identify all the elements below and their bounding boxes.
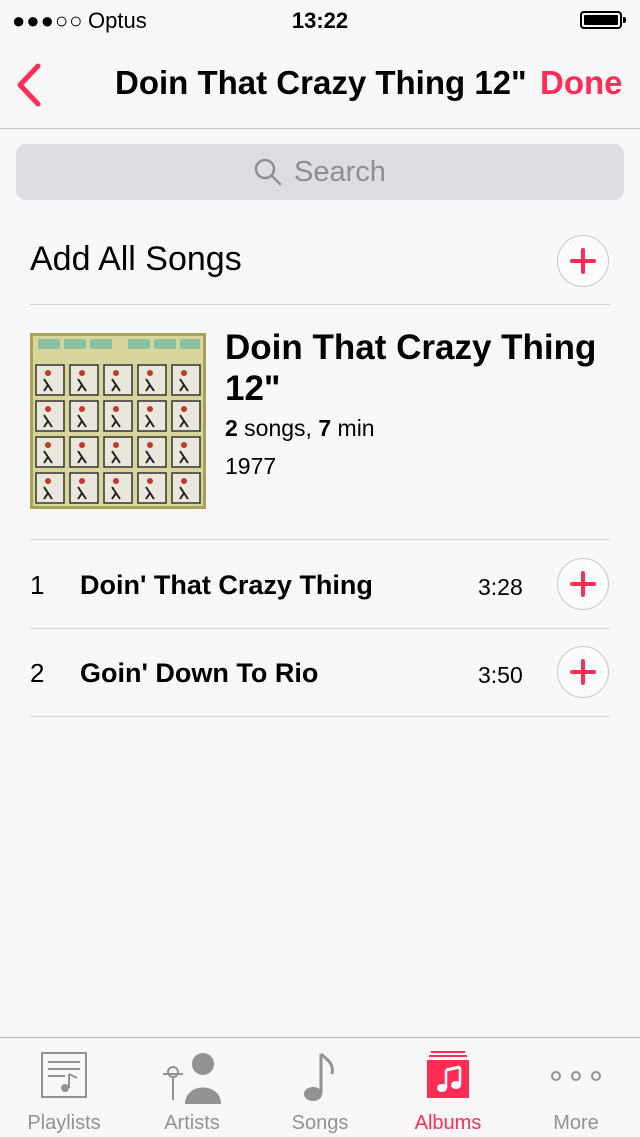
tab-songs[interactable]: Songs (256, 1038, 384, 1137)
add-all-songs-button[interactable] (557, 235, 609, 287)
chevron-left-icon (17, 63, 41, 107)
search-input[interactable]: Search (16, 144, 624, 200)
tab-more[interactable]: More (512, 1038, 640, 1137)
status-time: 13:22 (291, 8, 349, 33)
back-button[interactable] (10, 60, 54, 110)
min-word: min (331, 415, 375, 441)
track-number: 2 (30, 658, 45, 688)
status-bar: ●●●○○ Optus 13:22 (0, 0, 640, 42)
tab-artists[interactable]: Artists (128, 1038, 256, 1137)
track-row[interactable]: 1 Doin' That Crazy Thing 3:28 (30, 540, 610, 629)
battery-icon (580, 11, 626, 29)
songs-icon (304, 1052, 334, 1101)
add-track-button[interactable] (557, 646, 609, 698)
track-duration: 3:28 (478, 574, 523, 600)
album-year: 1977 (225, 453, 277, 479)
album-title: Doin That Crazy Thing 12" (225, 328, 597, 408)
search-icon (254, 158, 282, 186)
track-title: Doin' That Crazy Thing (80, 570, 373, 600)
tab-label: Artists (164, 1112, 220, 1134)
tab-label: Songs (291, 1112, 349, 1134)
playlists-icon (41, 1052, 87, 1098)
tab-label: Albums (414, 1112, 482, 1134)
track-number: 1 (30, 570, 45, 600)
album-artwork (30, 333, 206, 509)
artists-icon (163, 1053, 221, 1104)
album-header: Doin That Crazy Thing 12" 2 songs, 7 min… (30, 305, 610, 540)
album-song-count: 2 songs, 7 min (225, 415, 375, 442)
tab-albums[interactable]: Albums (384, 1038, 512, 1137)
add-all-songs-row[interactable]: Add All Songs (30, 230, 610, 305)
albums-icon (427, 1051, 469, 1098)
add-all-songs-label: Add All Songs (30, 240, 242, 278)
track-duration: 3:50 (478, 662, 523, 688)
duration-value: 7 (318, 415, 332, 441)
page-title: Doin That Crazy Thing 12" (115, 64, 527, 101)
track-title: Goin' Down To Rio (80, 658, 319, 688)
tab-bar: Playlists Artists Songs Albums More (0, 1037, 640, 1137)
add-track-button[interactable] (557, 558, 609, 610)
track-row[interactable]: 2 Goin' Down To Rio 3:50 (30, 628, 610, 717)
tab-label: Playlists (27, 1112, 101, 1134)
navigation-bar: Doin That Crazy Thing 12" Done (0, 42, 640, 129)
tab-playlists[interactable]: Playlists (0, 1038, 128, 1137)
more-icon (551, 1071, 601, 1081)
tab-label: More (553, 1112, 599, 1134)
song-count-value: 2 (225, 415, 238, 441)
done-button[interactable]: Done (540, 64, 623, 102)
search-placeholder: Search (294, 155, 386, 188)
songs-word: songs, (237, 415, 319, 441)
